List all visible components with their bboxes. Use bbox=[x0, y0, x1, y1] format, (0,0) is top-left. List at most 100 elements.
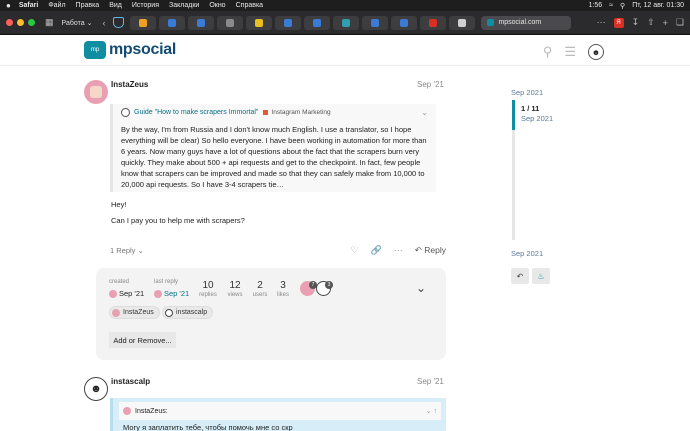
timeline-handle[interactable] bbox=[512, 100, 515, 130]
post-username[interactable]: InstaZeus bbox=[111, 80, 148, 89]
browser-tab-12[interactable] bbox=[449, 15, 476, 30]
site-header: mp mpsocial ⚲ ☰ ☻ bbox=[0, 36, 690, 66]
chip-avatar bbox=[165, 308, 173, 317]
quote-username[interactable]: InstaZeus: bbox=[135, 408, 168, 415]
tab-favicon-icon bbox=[371, 18, 380, 27]
stat-replies-label: replies bbox=[199, 292, 217, 298]
quote-block: Guide "How to make scrapers Immortal" In… bbox=[110, 104, 436, 192]
minimize-window-button[interactable] bbox=[17, 19, 24, 26]
tab-favicon-icon bbox=[226, 18, 235, 27]
menu-safari[interactable]: Safari bbox=[19, 2, 38, 9]
stat-likes-count: 3 bbox=[280, 280, 286, 291]
back-icon[interactable]: ‹ bbox=[102, 18, 105, 28]
timeline-start-date[interactable]: Sep 2021 bbox=[511, 88, 543, 97]
timeline-post-count: 1 / 11 bbox=[521, 104, 540, 113]
new-tab-icon[interactable]: + bbox=[663, 18, 668, 28]
post-avatar-instazeus[interactable] bbox=[84, 80, 108, 104]
created-date-text: Sep '21 bbox=[119, 289, 145, 298]
menu-bookmarks[interactable]: Закладки bbox=[169, 2, 199, 9]
quote-text: By the way, I'm from Russia and I don't … bbox=[121, 125, 427, 189]
download-icon[interactable]: ↧ bbox=[632, 17, 640, 28]
browser-tab-2[interactable] bbox=[159, 15, 186, 30]
post-avatar-instascalp[interactable]: ☻ bbox=[84, 377, 108, 401]
browser-tab-7[interactable] bbox=[304, 15, 331, 30]
avatar-face-icon bbox=[90, 86, 102, 98]
search-icon[interactable]: ⚲ bbox=[543, 44, 553, 60]
bell-icon: ♨ bbox=[537, 271, 545, 281]
post-username[interactable]: instascalp bbox=[111, 377, 150, 386]
last-reply-avatar bbox=[154, 289, 162, 298]
quoted-topic-link[interactable]: Guide "How to make scrapers Immortal" bbox=[134, 109, 258, 116]
browser-tab-1[interactable] bbox=[130, 15, 157, 30]
menu-history[interactable]: История bbox=[132, 2, 159, 9]
wifi-icon[interactable]: ≈ bbox=[609, 2, 613, 9]
browser-tab-11[interactable] bbox=[420, 15, 447, 30]
privacy-shield-icon[interactable] bbox=[113, 17, 125, 28]
expand-topic-map-icon[interactable]: ⌄ bbox=[416, 281, 426, 295]
tab-group-label: Работа bbox=[61, 19, 85, 27]
zoom-window-button[interactable] bbox=[28, 19, 35, 26]
quote-text: Могу я заплатить тебе, чтобы помочь мне … bbox=[123, 423, 293, 431]
close-window-button[interactable] bbox=[6, 19, 13, 26]
logo-bubble-icon: mp bbox=[84, 41, 106, 59]
post-date[interactable]: Sep '21 bbox=[417, 80, 444, 89]
chevron-down-icon[interactable]: ⌄ ↑ bbox=[426, 407, 437, 415]
browser-tab-10[interactable] bbox=[391, 15, 418, 30]
chip-avatar bbox=[112, 308, 120, 317]
created-avatar bbox=[109, 289, 117, 298]
tab-overview-icon[interactable]: ❏ bbox=[676, 17, 684, 28]
clock[interactable]: Пт, 12 авг. 01:30 bbox=[632, 2, 684, 9]
participant-chip-instascalp[interactable]: instascalp bbox=[162, 306, 214, 319]
like-heart-icon[interactable]: ♡ bbox=[350, 245, 358, 256]
quote-avatar bbox=[121, 108, 130, 117]
reply-button[interactable]: ↶ Reply bbox=[415, 245, 446, 256]
address-bar[interactable]: mpsocial.com bbox=[481, 15, 572, 30]
timeline-reply-button[interactable]: ↶ bbox=[511, 268, 529, 284]
browser-tab-3[interactable] bbox=[188, 15, 215, 30]
category-link[interactable]: Instagram Marketing bbox=[271, 109, 330, 116]
browser-tab-6[interactable] bbox=[275, 15, 302, 30]
chevron-down-icon[interactable]: ⌄ bbox=[421, 108, 428, 117]
tab-favicon-icon bbox=[168, 18, 177, 27]
browser-tab-5[interactable] bbox=[246, 15, 273, 30]
more-options-icon[interactable]: ⋯ bbox=[597, 17, 606, 28]
tab-favicon-icon bbox=[139, 18, 148, 27]
menu-help[interactable]: Справка bbox=[236, 2, 263, 9]
tab-favicon-icon bbox=[284, 18, 293, 27]
replies-toggle-button[interactable]: 1 Reply ⌄ bbox=[110, 246, 144, 255]
menu-file[interactable]: Файл bbox=[48, 2, 65, 9]
post-date[interactable]: Sep '21 bbox=[417, 377, 444, 386]
menu-window[interactable]: Окно bbox=[209, 2, 225, 9]
battery-status[interactable]: 1:56 bbox=[589, 2, 603, 9]
tab-favicon-icon bbox=[197, 18, 206, 27]
search-icon[interactable]: ⚲ bbox=[620, 2, 625, 10]
last-reply-date[interactable]: Sep '21 bbox=[154, 289, 189, 298]
menu-view[interactable]: Вид bbox=[109, 2, 122, 9]
browser-tab-9[interactable] bbox=[362, 15, 389, 30]
browser-tab-4[interactable] bbox=[217, 15, 244, 30]
tab-favicon-icon bbox=[342, 18, 351, 27]
participant-chip-instazeus[interactable]: InstaZeus bbox=[109, 306, 160, 319]
created-date[interactable]: Sep '21 bbox=[109, 289, 144, 298]
site-logo[interactable]: mp mpsocial bbox=[84, 41, 176, 59]
window-controls bbox=[6, 19, 35, 26]
timeline-current-date: Sep 2021 bbox=[521, 114, 554, 123]
yandex-extension-icon[interactable]: Я bbox=[613, 17, 624, 28]
copy-link-icon[interactable]: 🔗 bbox=[371, 245, 382, 256]
user-avatar[interactable]: ☻ bbox=[588, 44, 604, 60]
timeline-notifications-button[interactable]: ♨ bbox=[532, 268, 550, 284]
more-actions-icon[interactable]: ⋯ bbox=[394, 245, 403, 256]
tab-favicon-icon bbox=[255, 18, 264, 27]
browser-tab-8[interactable] bbox=[333, 15, 360, 30]
chip-label: InstaZeus bbox=[123, 309, 154, 316]
share-icon[interactable]: ⇧ bbox=[647, 17, 655, 28]
sidebar-icon[interactable]: ▦ bbox=[45, 17, 54, 28]
apple-icon[interactable]: ● bbox=[6, 1, 11, 10]
timeline-end-date[interactable]: Sep 2021 bbox=[511, 249, 543, 258]
hamburger-menu-icon[interactable]: ☰ bbox=[564, 44, 576, 60]
menu-edit[interactable]: Правка bbox=[76, 2, 100, 9]
tab-group-selector[interactable]: Работа ⌄ bbox=[62, 19, 93, 27]
quote-title: Guide "How to make scrapers Immortal" In… bbox=[121, 108, 428, 117]
stat-likes-label: likes bbox=[276, 292, 289, 298]
add-remove-button[interactable]: Add or Remove... bbox=[109, 332, 176, 348]
